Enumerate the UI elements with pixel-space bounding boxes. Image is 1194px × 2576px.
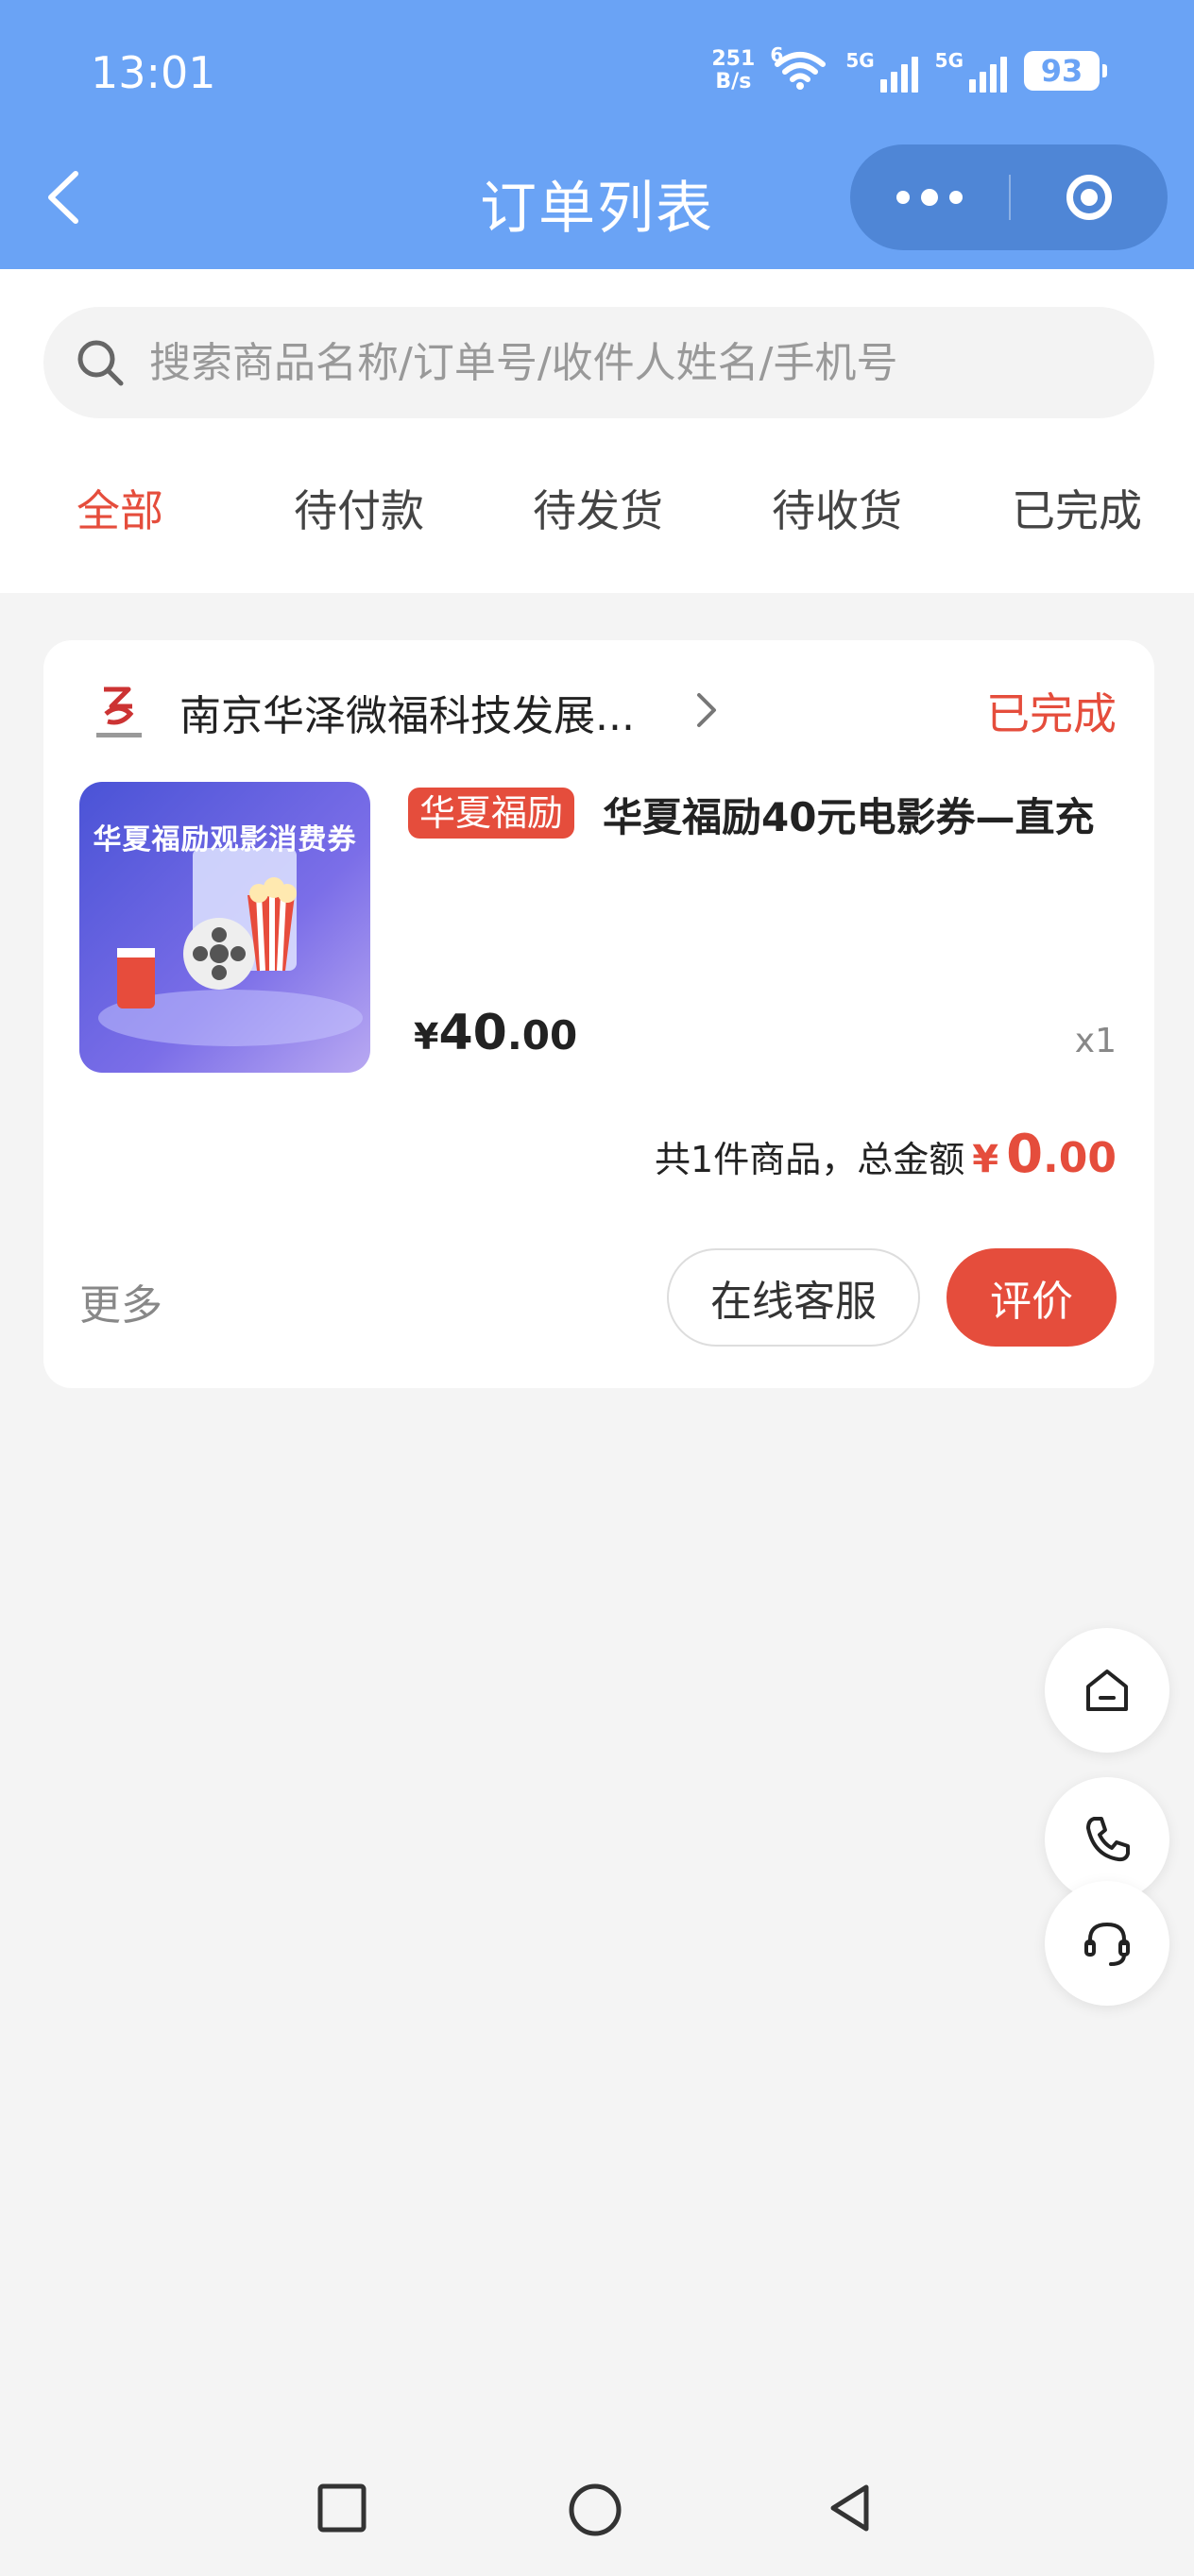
- product-name[interactable]: 华夏福励40元电影券—直充: [603, 786, 1094, 843]
- order-tabs: 全部 待付款 待发货 待收货 已完成: [0, 477, 1194, 571]
- signal-2-icon: 5G: [935, 49, 1007, 93]
- battery-level: 93: [1040, 53, 1083, 89]
- net-speed-unit: B/s: [715, 70, 752, 93]
- status-icons: 251 B/s 6 5G 5G 93: [711, 43, 1107, 94]
- product-price: ¥40.00: [414, 1005, 577, 1061]
- home-icon: [1086, 1669, 1128, 1711]
- wifi-icon: 6: [770, 43, 828, 94]
- price-currency: ¥: [414, 1016, 439, 1058]
- more-menu-button[interactable]: [850, 144, 1009, 250]
- price-decimal: .00: [506, 1012, 578, 1059]
- product-thumbnail[interactable]: 华夏福励观影消费券: [79, 782, 370, 1073]
- phone-icon: [1086, 1817, 1130, 1862]
- net-speed: 251 B/s: [711, 48, 755, 93]
- total-label: 共1件商品，总金额: [655, 1139, 965, 1180]
- battery-icon: 93: [1024, 51, 1107, 91]
- signal-1-label: 5G: [845, 49, 875, 72]
- online-service-button[interactable]: 在线客服: [667, 1248, 920, 1347]
- tab-completed[interactable]: 已完成: [1012, 477, 1142, 539]
- close-miniprogram-button[interactable]: [1011, 144, 1168, 250]
- tab-pending-receipt[interactable]: 待收货: [772, 477, 902, 539]
- miniprogram-capsule: [850, 144, 1168, 250]
- shop-name[interactable]: 南京华泽微福科技发展...: [179, 682, 635, 742]
- search-icon: [77, 340, 124, 386]
- more-link[interactable]: 更多: [79, 1271, 162, 1331]
- signal-2-label: 5G: [934, 49, 964, 72]
- shop-logo: [83, 674, 155, 746]
- signal-1-icon: 5G: [845, 49, 918, 93]
- wifi-label: 6: [770, 43, 784, 66]
- search-input[interactable]: [147, 337, 1096, 388]
- order-card: 南京华泽微福科技发展... 已完成 华夏福励观影消费券 华夏福励 华夏福励40元…: [43, 640, 1154, 1388]
- review-button[interactable]: 评价: [947, 1248, 1117, 1347]
- tab-pending-payment[interactable]: 待付款: [294, 477, 424, 539]
- header: 13:01 251 B/s 6 5G 5G 93 订单列表: [0, 0, 1194, 269]
- target-icon: [1066, 175, 1112, 220]
- total-integer: 0: [1006, 1124, 1044, 1185]
- order-status: 已完成: [986, 688, 1117, 739]
- status-time: 13:01: [91, 47, 216, 98]
- chevron-right-icon[interactable]: [691, 689, 720, 731]
- total-currency: ¥: [972, 1138, 999, 1181]
- tab-all[interactable]: 全部: [77, 477, 163, 539]
- net-speed-value: 251: [711, 47, 756, 71]
- back-nav-icon[interactable]: [824, 2482, 877, 2534]
- thumbnail-text: 华夏福励观影消费券: [93, 823, 357, 856]
- product-tag: 华夏福励: [408, 788, 575, 839]
- home-nav-icon[interactable]: [567, 2482, 623, 2538]
- total-decimal: .00: [1043, 1134, 1117, 1182]
- search-bar[interactable]: [43, 307, 1154, 418]
- tab-pending-shipment[interactable]: 待发货: [533, 477, 663, 539]
- system-nav-bar: [0, 2455, 1194, 2576]
- order-total: 共1件商品，总金额 ¥ 0.00: [655, 1124, 1117, 1185]
- recent-apps-icon[interactable]: [316, 2482, 368, 2534]
- price-integer: 40: [438, 1005, 507, 1061]
- home-button[interactable]: [1045, 1628, 1169, 1753]
- customer-service-button[interactable]: [1045, 1881, 1169, 2006]
- headset-icon: [1084, 1922, 1130, 1966]
- product-quantity: x1: [1074, 1022, 1117, 1060]
